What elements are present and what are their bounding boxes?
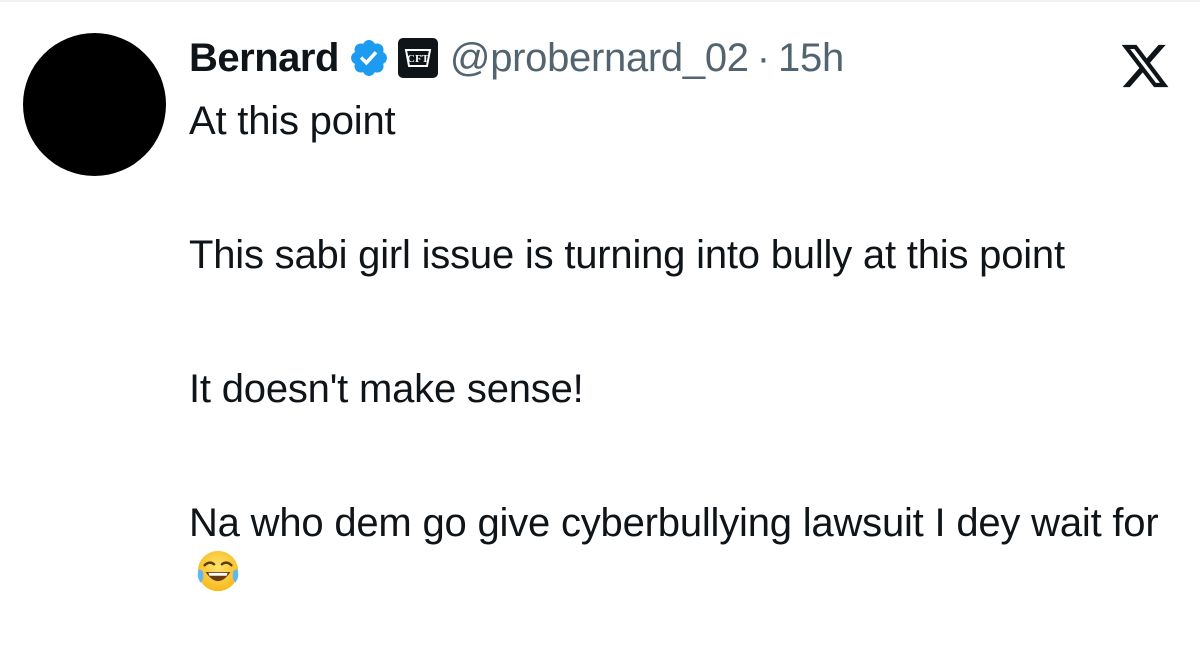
tweet-paragraph-last: Na who dem go give cyberbullying lawsuit… xyxy=(189,498,1169,598)
meta-separator: · xyxy=(756,35,771,80)
author-name[interactable]: Bernard xyxy=(189,36,339,81)
tweet-header: Bernard CFT @probernard_02 · 15h xyxy=(189,30,844,86)
author-handle[interactable]: @probernard_02 xyxy=(450,36,749,81)
tweet-paragraph: At this point xyxy=(189,99,396,143)
tweet-paragraph-text: Na who dem go give cyberbullying lawsuit… xyxy=(189,501,1159,545)
tweet-body: At this point This sabi girl issue is tu… xyxy=(189,96,1169,598)
x-logo-icon[interactable] xyxy=(1118,40,1172,92)
tweet-paragraph: This sabi girl issue is turning into bul… xyxy=(189,233,1065,277)
tweet-timestamp[interactable]: 15h xyxy=(778,36,844,81)
top-divider xyxy=(0,0,1200,2)
verified-badge-icon[interactable] xyxy=(348,37,390,79)
avatar[interactable] xyxy=(23,33,166,176)
svg-text:CFT: CFT xyxy=(407,53,430,65)
face-with-tears-of-joy-icon xyxy=(195,548,241,594)
tweet-paragraph: It doesn't make sense! xyxy=(189,367,584,411)
affiliate-badge-icon[interactable]: CFT xyxy=(397,38,438,78)
